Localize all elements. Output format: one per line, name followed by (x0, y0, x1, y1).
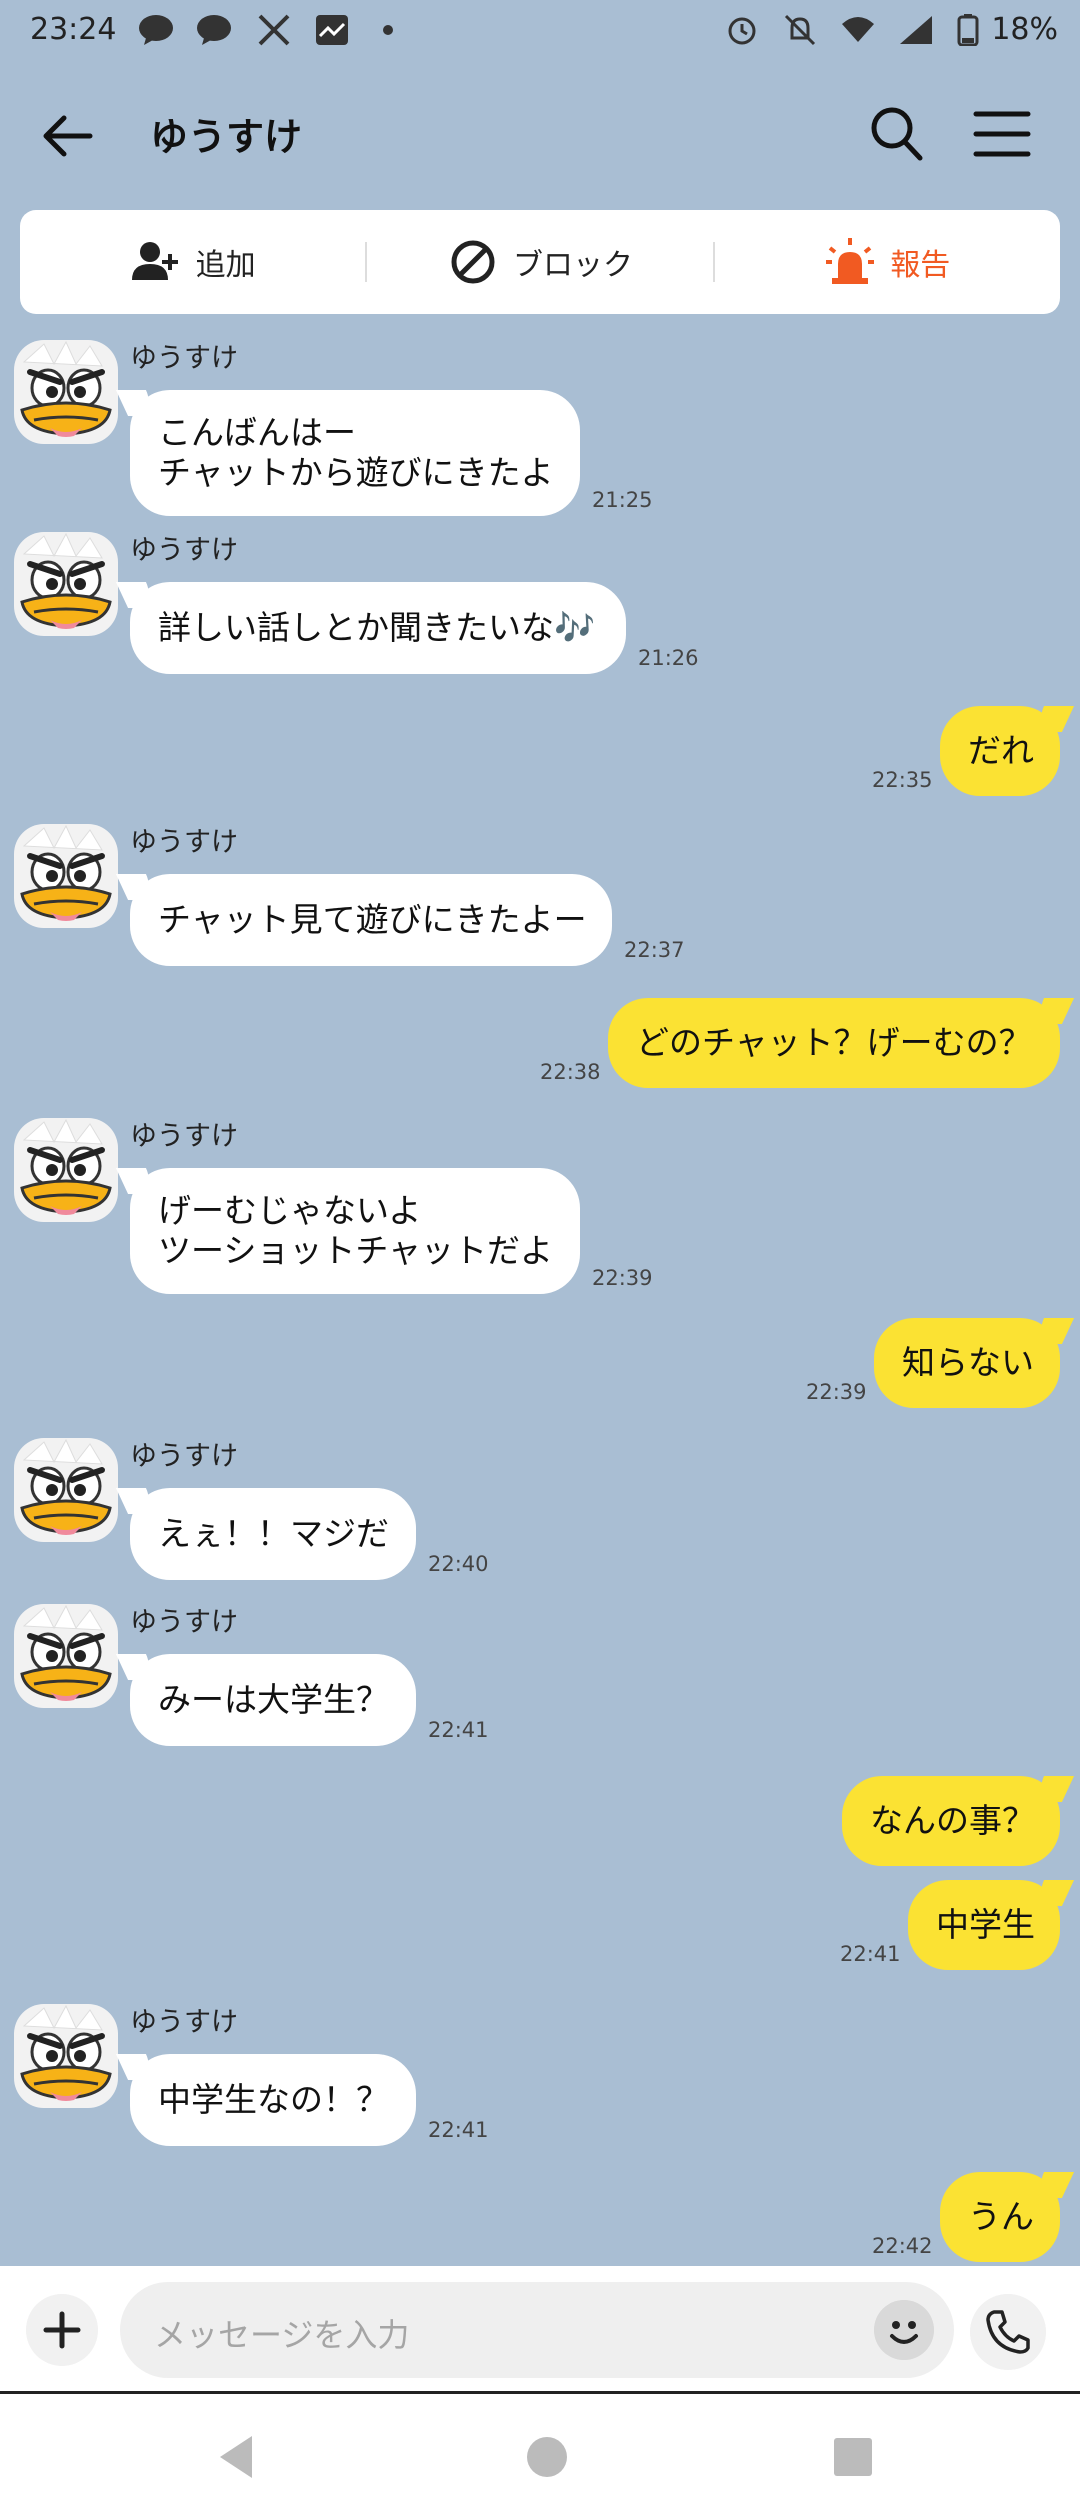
mute-icon (784, 14, 816, 46)
gallery-icon (316, 15, 348, 45)
report-label: 報告 (890, 248, 951, 283)
avatar[interactable] (14, 1604, 118, 1708)
message-timestamp: 22:39 (806, 1380, 867, 1404)
x-icon (258, 14, 290, 46)
nav-recents-icon[interactable] (826, 2430, 880, 2484)
message-timestamp: 22:35 (872, 768, 933, 792)
avatar[interactable] (14, 824, 118, 928)
sender-name: ゆうすけ (130, 1607, 238, 1638)
chat-title: ゆうすけ (150, 115, 303, 159)
message-timestamp: 22:41 (428, 1718, 489, 1742)
avatar[interactable] (14, 340, 118, 444)
sender-name: ゆうすけ (130, 343, 238, 374)
status-bar: 23:24 18% (0, 0, 1080, 62)
block-label: ブロック (512, 248, 633, 283)
emoji-icon[interactable] (874, 2300, 934, 2360)
message-timestamp: 22:42 (872, 2234, 933, 2258)
message-timestamp: 22:39 (592, 1266, 653, 1290)
talk-icon (197, 15, 231, 45)
input-bar: メッセージを入力 (0, 2266, 1080, 2394)
block-icon (451, 240, 495, 284)
message-timestamp: 22:38 (540, 1060, 601, 1084)
outgoing-message-bubble[interactable]: うん (940, 2172, 1060, 2262)
outgoing-message-bubble[interactable]: なんの事？ (842, 1776, 1060, 1866)
incoming-message-bubble[interactable]: 詳しい話しとか聞きたいな🎶 (130, 582, 626, 674)
outgoing-message-bubble[interactable]: どのチャット？げーむの？ (608, 998, 1060, 1088)
message-timestamp: 22:41 (840, 1942, 901, 1966)
incoming-message-bubble[interactable]: みーは大学生？ (130, 1654, 416, 1746)
siren-icon (826, 238, 875, 284)
talk-icon (139, 15, 173, 45)
call-icon[interactable] (970, 2294, 1046, 2370)
message-input[interactable]: メッセージを入力 (120, 2282, 954, 2378)
nav-home-icon[interactable] (520, 2430, 574, 2484)
avatar[interactable] (14, 2004, 118, 2108)
sender-name: ゆうすけ (130, 1121, 238, 1152)
add-label: 追加 (195, 248, 256, 283)
incoming-message-bubble[interactable]: げーむじゃないよ ツーショットチャットだよ (130, 1168, 580, 1294)
report-button[interactable]: 報告 (715, 210, 1060, 314)
message-input-placeholder: メッセージを入力 (154, 2316, 410, 2354)
back-arrow-icon[interactable] (40, 108, 96, 164)
add-person-icon (131, 242, 178, 280)
message-timestamp: 22:41 (428, 2118, 489, 2142)
outgoing-message-bubble[interactable]: 中学生 (908, 1880, 1060, 1970)
incoming-message-bubble[interactable]: 中学生なの！？ (130, 2054, 416, 2146)
signal-icon (900, 16, 932, 44)
outgoing-message-bubble[interactable]: 知らない (874, 1318, 1060, 1408)
outgoing-message-bubble[interactable]: だれ (940, 706, 1060, 796)
search-icon[interactable] (868, 104, 924, 164)
friend-action-bar: 追加 ブロック 報告 (20, 210, 1060, 314)
chat-header: ゆうすけ (0, 62, 1080, 207)
message-timestamp: 22:40 (428, 1552, 489, 1576)
nav-back-icon[interactable] (210, 2430, 264, 2484)
avatar[interactable] (14, 1118, 118, 1222)
avatar[interactable] (14, 1438, 118, 1542)
incoming-message-bubble[interactable]: こんばんはー チャットから遊びにきたよ (130, 390, 580, 516)
sender-name: ゆうすけ (130, 827, 238, 858)
sender-name: ゆうすけ (130, 2007, 238, 2038)
incoming-message-bubble[interactable]: えぇ！！マジだ (130, 1488, 416, 1580)
message-timestamp: 22:37 (624, 938, 685, 962)
message-timestamp: 21:25 (592, 488, 653, 512)
message-timestamp: 21:26 (638, 646, 699, 670)
battery-icon (957, 14, 979, 46)
add-friend-button[interactable]: 追加 (20, 210, 365, 314)
wifi-icon (842, 17, 874, 42)
status-time: 23:24 (30, 12, 117, 47)
system-nav-bar (0, 2394, 1080, 2520)
avatar[interactable] (14, 532, 118, 636)
alarm-icon (728, 17, 756, 45)
battery-percent: 18% (991, 12, 1058, 47)
sender-name: ゆうすけ (130, 1441, 238, 1472)
sender-name: ゆうすけ (130, 535, 238, 566)
dot-icon (383, 25, 393, 35)
plus-icon[interactable] (26, 2294, 98, 2366)
block-button[interactable]: ブロック (367, 210, 712, 314)
incoming-message-bubble[interactable]: チャット見て遊びにきたよー (130, 874, 612, 966)
menu-icon[interactable] (972, 106, 1032, 162)
